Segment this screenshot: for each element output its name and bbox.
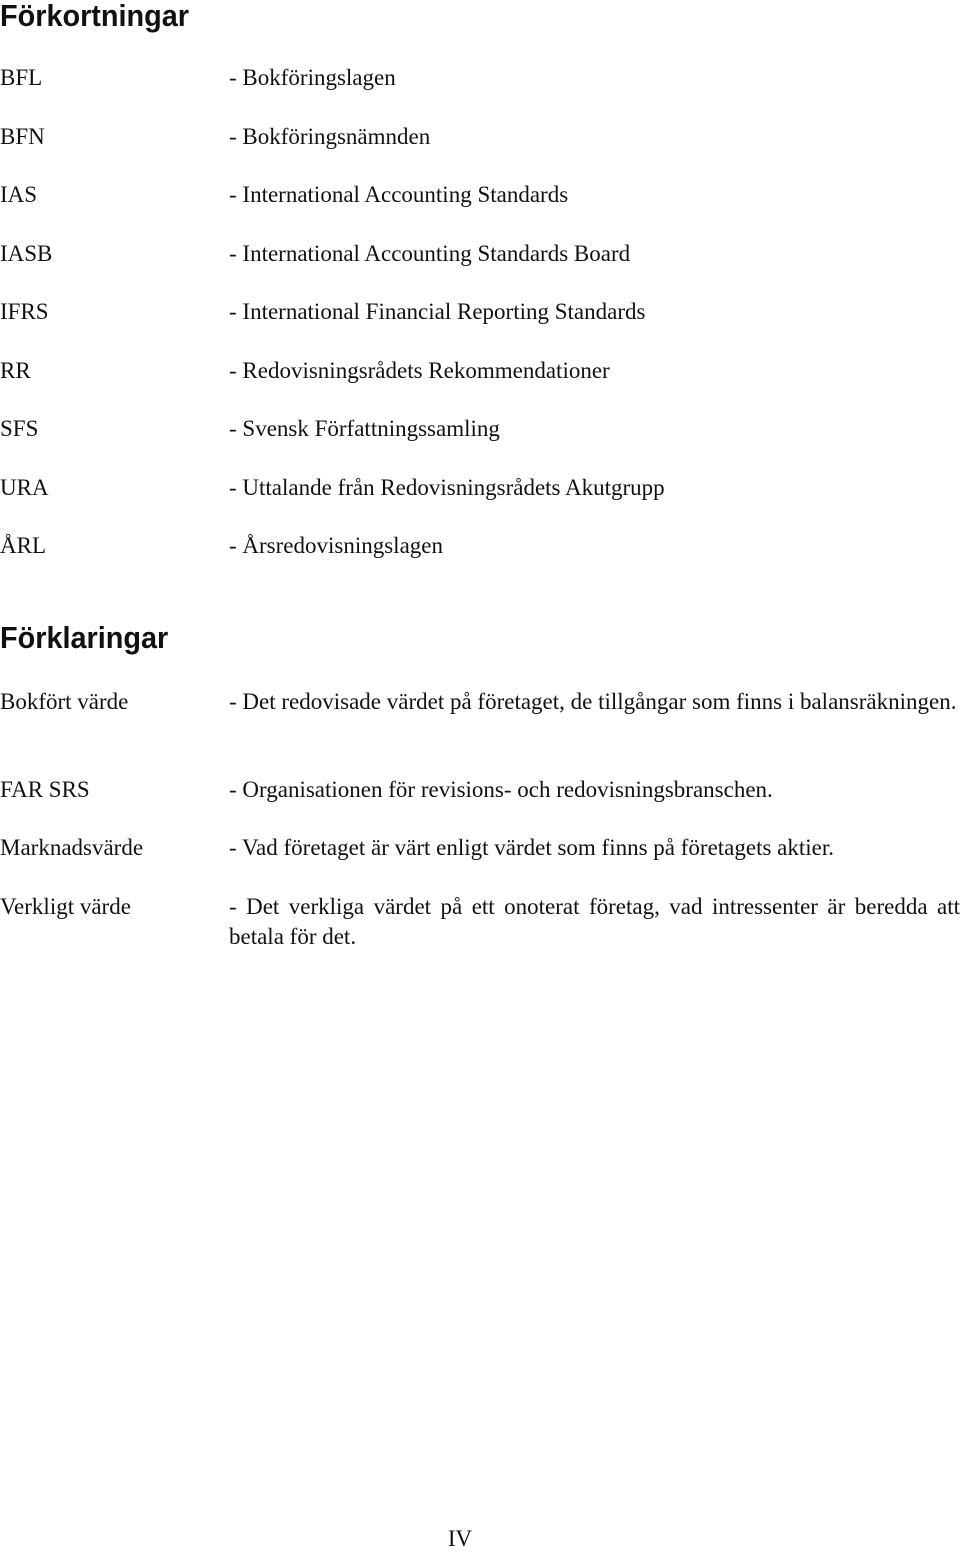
abbreviation-description: - International Accounting Standards (229, 182, 569, 207)
abbreviation-term: SFS (0, 416, 39, 441)
abbreviation-description: - Bokföringslagen (229, 65, 396, 90)
abbreviation-description: - Årsredovisningslagen (229, 533, 443, 558)
definition-term: FAR SRS (0, 777, 90, 802)
definition-description: - Organisationen för revisions- och redo… (229, 777, 773, 802)
abbreviation-description: - Redovisningsrådets Rekommendationer (229, 358, 610, 383)
abbreviation-term: URA (0, 475, 49, 500)
abbreviation-term: ÅRL (0, 533, 46, 558)
abbreviation-description: - Svensk Författningssamling (229, 416, 500, 441)
abbreviation-term: BFN (0, 124, 45, 149)
abbreviation-term: BFL (0, 65, 43, 90)
abbreviation-term: RR (0, 358, 31, 383)
abbreviation-term: IFRS (0, 299, 49, 324)
definitions-heading: Förklaringar (0, 620, 169, 655)
definition-term: Bokfört värde (0, 689, 129, 714)
definition-description: - Det redovisade värdet på företaget, de… (229, 689, 957, 714)
definition-description: - Vad företaget är värt enligt värdet so… (229, 835, 835, 860)
abbreviation-term: IAS (0, 182, 38, 207)
abbreviation-description: - International Accounting Standards Boa… (229, 241, 631, 266)
abbreviation-description: - Uttalande från Redovisningsrådets Akut… (229, 475, 665, 500)
abbreviations-heading: Förkortningar (0, 0, 190, 33)
definition-description: - Det verkliga värdet på ett onoterat fö… (229, 894, 960, 949)
abbreviation-description: - Bokföringsnämnden (229, 124, 431, 149)
definition-term: Verkligt värde (0, 894, 131, 919)
abbreviation-description: - International Financial Reporting Stan… (229, 299, 646, 324)
definition-term: Marknadsvärde (0, 835, 144, 860)
abbreviation-term: IASB (0, 241, 53, 266)
